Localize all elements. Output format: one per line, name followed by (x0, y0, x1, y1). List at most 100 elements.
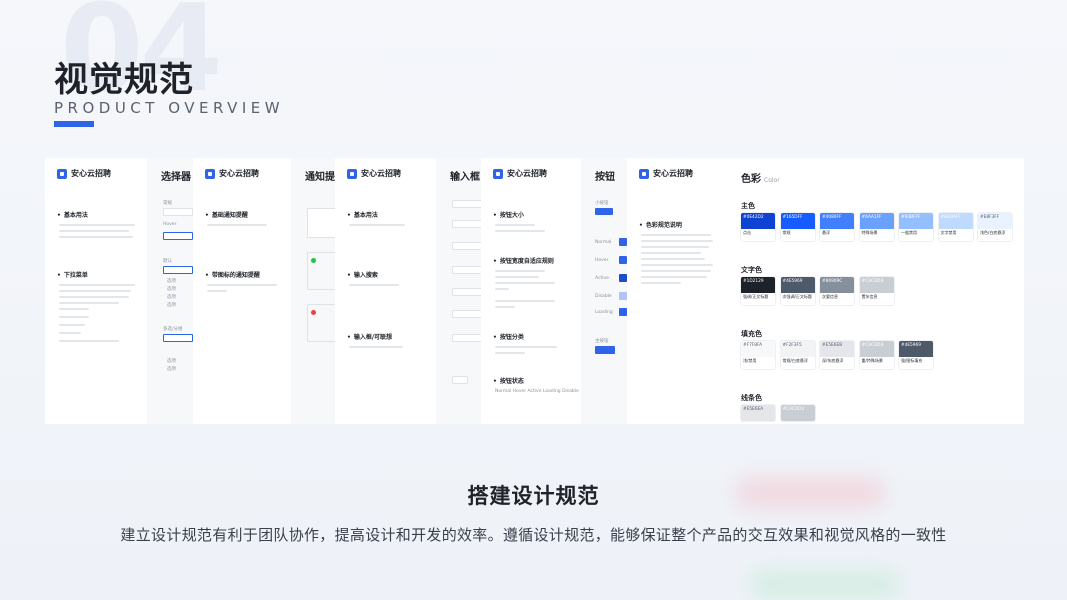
color-chip: #4E5969 (899, 341, 933, 357)
color-chip: #4080FF (820, 213, 854, 229)
selector-option[interactable]: 选项 (167, 286, 176, 292)
color-swatch-label: 强调/正文标题 (743, 294, 769, 299)
text-line (641, 282, 681, 284)
color-group-title: 线条色 (741, 394, 762, 402)
color-swatch-label: 次要信息 (822, 294, 838, 299)
color-swatch: #4E5969 次强调/正文标题 (780, 277, 815, 305)
text-line (495, 352, 525, 354)
color-swatch: #4E5969 强/图标填充 (899, 341, 933, 369)
selector-label: Hover (163, 222, 177, 227)
text-line (59, 236, 133, 238)
panel-title: 通知提 (305, 172, 335, 183)
text-line (641, 234, 711, 236)
color-swatch: #6AA1FF 特殊场景 (859, 213, 894, 241)
text-input[interactable] (452, 334, 481, 342)
color-swatch: #E5E6EB 深/灰底悬浮 (820, 341, 854, 369)
color-swatch-label: 浅/禁用 (743, 358, 757, 363)
color-swatch: #1D2129 强调/正文标题 (741, 277, 775, 305)
section-description: 建立设计规范有利于团队协作，提高设计和开发的效率。遵循设计规范，能够保证整个产品… (120, 526, 947, 544)
text-line (641, 270, 711, 272)
text-line (641, 258, 705, 260)
color-swatch-label: 点击 (743, 230, 751, 235)
brand-logo-icon (57, 168, 67, 179)
text-input[interactable] (452, 200, 481, 208)
button-state-label: Loading (595, 310, 613, 315)
button-size-label: 小按钮 (595, 201, 609, 206)
text-line (495, 300, 555, 302)
color-swatch-label: 浅色/白底悬浮 (980, 230, 1006, 235)
loading-button[interactable] (619, 308, 627, 316)
brand-logo: 安心云招聘 (493, 168, 547, 179)
selector-input-multi[interactable] (163, 334, 193, 342)
color-swatch-label: 特殊场景 (861, 230, 878, 235)
color-swatch: #94BFFF 一般禁用 (899, 213, 933, 241)
button-state-label: Disable (595, 294, 612, 299)
selector-input[interactable] (163, 208, 193, 216)
panel-title: 选择器 (161, 172, 191, 183)
text-line (59, 296, 129, 298)
text-input[interactable] (452, 220, 481, 228)
active-button[interactable] (619, 274, 627, 282)
color-swatch: #E5E6EA (741, 405, 775, 421)
panel-input: 输入框 (436, 158, 481, 424)
selector-label: 默认 (163, 259, 172, 264)
section-title: 按钮分类 (493, 332, 524, 341)
text-line (349, 284, 399, 286)
color-chip: #C9CDD4 (780, 405, 815, 421)
text-line (59, 324, 85, 326)
color-swatch-label: 重/特殊场景 (861, 358, 883, 363)
brand-logo: 安心云招聘 (57, 168, 111, 179)
color-chip: #E5E6EA (741, 405, 775, 421)
section-title: 按钮状态 (493, 376, 524, 385)
search-input[interactable] (452, 288, 481, 296)
panel-title: 按钮 (595, 172, 615, 183)
color-chip: #4E5969 (780, 277, 815, 293)
color-swatch: #C9CDD4 置灰信息 (859, 277, 894, 305)
panel-notification: 通知提 (291, 158, 335, 424)
text-line (495, 282, 555, 284)
brand-logo: 安心云招聘 (639, 168, 693, 179)
text-input[interactable] (452, 242, 481, 250)
color-chip: #E5E6EB (820, 341, 854, 357)
hover-button[interactable] (619, 256, 627, 264)
section-title: 按钮宽度自适应规则 (493, 256, 554, 265)
small-button[interactable] (595, 208, 613, 215)
brand-logo-icon (493, 168, 503, 179)
text-input[interactable] (452, 310, 481, 318)
color-swatch: #0E42D2 点击 (741, 213, 775, 241)
color-chip: #BEDAFF (938, 213, 973, 229)
brand-logo: 安心云招聘 (347, 168, 401, 179)
selector-option[interactable]: 选项 (167, 302, 176, 308)
text-line (495, 276, 539, 278)
panel-dropdown-spec: 安心云招聘 基本用法 下拉菜单 (45, 158, 147, 424)
selector-option[interactable]: 选项 (167, 366, 176, 372)
color-swatch-label: 常规/白底悬浮 (782, 358, 808, 363)
selector-option[interactable]: 选项 (167, 294, 176, 300)
section-heading: 搭建设计规范 (467, 484, 600, 508)
color-chip: #C9CDD4 (859, 341, 894, 357)
selector-option[interactable]: 选项 (167, 278, 176, 284)
text-input[interactable] (452, 266, 481, 274)
primary-button[interactable] (595, 346, 615, 354)
color-group-title: 文字色 (741, 266, 762, 274)
selector-input-default[interactable] (163, 266, 193, 274)
section-title: 带图标的通知提醒 (205, 270, 260, 279)
text-line (349, 224, 405, 226)
panel-title-en: Color (764, 177, 780, 184)
text-line (59, 302, 119, 304)
selector-option[interactable]: 选项 (167, 358, 176, 364)
section-title: 输入搜索 (347, 270, 378, 279)
color-chip: #0E42D2 (741, 213, 775, 229)
text-line (641, 240, 713, 242)
color-swatch: #C9CDD4 重/特殊场景 (859, 341, 894, 369)
panel-notification-spec: 安心云招聘 基础通知提醒 带图标的通知提醒 (193, 158, 291, 424)
color-chip: #F7F8FA (741, 341, 775, 357)
normal-button[interactable] (619, 238, 627, 246)
text-line (59, 224, 135, 226)
text-input[interactable] (452, 376, 468, 384)
selector-label: 多选/分组 (163, 327, 183, 332)
section-title: 输入框/可联想 (347, 332, 392, 341)
selector-input-hover[interactable] (163, 232, 193, 240)
color-swatch: #F2F3F5 常规/白底悬浮 (780, 341, 815, 369)
text-line (59, 230, 129, 232)
